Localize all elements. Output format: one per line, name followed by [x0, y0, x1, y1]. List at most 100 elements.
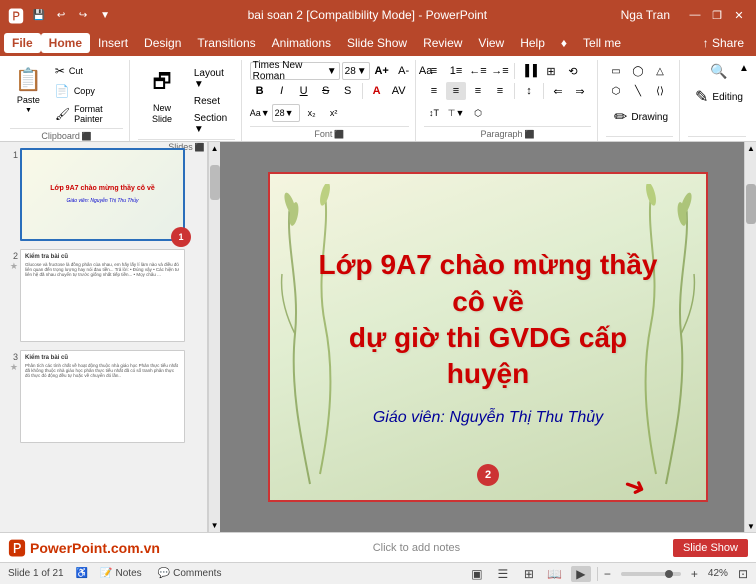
redo-icon[interactable]: ↪: [74, 6, 92, 24]
font-color-button[interactable]: A: [367, 82, 387, 100]
layout-button[interactable]: Layout ▼: [190, 66, 235, 92]
ribbon-collapse-button[interactable]: ▲: [736, 60, 752, 76]
slide-number-3: 3: [13, 352, 18, 362]
reset-button[interactable]: Reset: [190, 94, 235, 109]
increase-font-button[interactable]: A+: [372, 62, 392, 80]
menu-item-acrobat[interactable]: ♦: [553, 33, 575, 53]
sub-button[interactable]: x₂: [302, 104, 322, 122]
cut-button[interactable]: ✂Cut: [51, 62, 123, 80]
convert-button[interactable]: ⟲: [563, 62, 583, 80]
copy-button[interactable]: 📄Copy: [51, 82, 123, 100]
sup-button[interactable]: x²: [324, 104, 344, 122]
scroll-down-button[interactable]: ▼: [745, 520, 756, 532]
zoom-thumb[interactable]: [665, 570, 673, 578]
shape6-button[interactable]: ⟨⟩: [650, 82, 670, 100]
menu-item-animations[interactable]: Animations: [264, 33, 339, 53]
add-smartart-button[interactable]: ⬡: [468, 104, 488, 122]
menu-item-view[interactable]: View: [470, 33, 512, 53]
justify-button[interactable]: ≡: [490, 82, 510, 100]
scroll-up-button[interactable]: ▲: [745, 142, 756, 154]
line-spacing-button[interactable]: ↕: [519, 82, 539, 100]
slide-thumb-3[interactable]: Kiểm tra bài cũ Phân tích các tính chất …: [20, 350, 185, 443]
customize-icon[interactable]: ▼: [96, 6, 114, 24]
section-button[interactable]: Section ▼: [190, 111, 235, 137]
panel-scroll-down-button[interactable]: ▼: [211, 519, 219, 532]
font-family-dropdown[interactable]: Times New Roman▼: [250, 62, 340, 80]
strikethrough-button[interactable]: S: [316, 82, 336, 100]
zoom-in-icon[interactable]: +: [691, 567, 698, 581]
decrease-indent-button[interactable]: ←≡: [468, 62, 488, 80]
main-slide[interactable]: Lớp 9A7 chào mừng thầy cô về dự giờ thi …: [268, 172, 708, 502]
menu-item-home[interactable]: Home: [41, 33, 90, 53]
decrease-font-button[interactable]: A-: [394, 62, 414, 80]
menu-item-help[interactable]: Help: [512, 33, 553, 53]
align-center-button[interactable]: ≡: [446, 82, 466, 100]
menu-item-design[interactable]: Design: [136, 33, 189, 53]
bullets-button[interactable]: ≡: [424, 62, 444, 80]
menu-item-tellme[interactable]: Tell me: [575, 33, 629, 53]
click-to-add-notes[interactable]: Click to add notes: [373, 542, 460, 554]
ltr-button[interactable]: ⇒: [570, 82, 590, 100]
menu-item-slideshow[interactable]: Slide Show: [339, 33, 415, 53]
badge-2-circle: 2: [477, 464, 499, 486]
zoom-slider[interactable]: [621, 572, 681, 576]
view-sorter-button[interactable]: ⊞: [519, 566, 539, 582]
search-icon[interactable]: 🔍: [709, 62, 729, 80]
panel-scroll-thumb[interactable]: [210, 165, 220, 200]
editing-button[interactable]: ✎ Editing: [688, 82, 750, 112]
drawing-button[interactable]: ✏ Drawing: [607, 102, 675, 132]
shape2-button[interactable]: ◯: [628, 62, 648, 80]
slide-thumb-1[interactable]: Lớp 9A7 chào mừng thầy cô về Giáo viên: …: [20, 148, 185, 241]
fontcase-button[interactable]: Aa▼: [250, 104, 270, 122]
shape5-button[interactable]: ╲: [628, 82, 648, 100]
slides-expand-icon[interactable]: ⬛: [195, 143, 205, 152]
shape4-button[interactable]: ⬡: [606, 82, 626, 100]
menu-item-review[interactable]: Review: [415, 33, 470, 53]
font-size-dropdown[interactable]: 28▼: [342, 62, 370, 80]
align-left-button[interactable]: ≡: [424, 82, 444, 100]
increase-indent-button[interactable]: →≡: [490, 62, 510, 80]
accessibility-icon[interactable]: ♿: [76, 568, 88, 579]
columns-button[interactable]: ▐▐: [519, 62, 539, 80]
smart-art-button[interactable]: ⊞: [541, 62, 561, 80]
scroll-thumb-vertical[interactable]: [746, 184, 756, 224]
comments-button[interactable]: 💬 Comments: [154, 567, 226, 580]
view-outline-button[interactable]: ☰: [493, 566, 513, 582]
bold-button[interactable]: B: [250, 82, 270, 100]
slide-thumb-2[interactable]: Kiểm tra bài cũ Glucose và fructose là đ…: [20, 249, 185, 342]
restore-button[interactable]: ❐: [708, 6, 726, 24]
paste-button[interactable]: 📋 Paste ▼: [10, 62, 47, 119]
font-expand-icon[interactable]: ⬛: [334, 130, 344, 139]
notes-button[interactable]: 📝 Notes: [96, 567, 146, 580]
menu-item-share[interactable]: ↑ Share: [695, 33, 752, 53]
menu-item-transitions[interactable]: Transitions: [189, 33, 263, 53]
zoom-out-icon[interactable]: −: [604, 567, 611, 581]
close-button[interactable]: ✕: [730, 6, 748, 24]
view-normal-button[interactable]: ▣: [467, 566, 487, 582]
italic-button[interactable]: I: [272, 82, 292, 100]
shape3-button[interactable]: △: [650, 62, 670, 80]
save-icon[interactable]: 💾: [30, 6, 48, 24]
fit-slide-icon[interactable]: ⊡: [738, 567, 748, 581]
undo-icon[interactable]: ↩: [52, 6, 70, 24]
underline-button[interactable]: U: [294, 82, 314, 100]
minimize-button[interactable]: —: [686, 6, 704, 24]
font-size2-dropdown[interactable]: 28▼: [272, 104, 300, 122]
new-slide-button[interactable]: 🗗 New Slide: [138, 62, 186, 130]
char-spacing-button[interactable]: AV: [389, 82, 409, 100]
view-slideshow-button[interactable]: ▶: [571, 566, 591, 582]
format-painter-button[interactable]: 🖌Format Painter: [51, 102, 123, 126]
numbering-button[interactable]: 1≡: [446, 62, 466, 80]
paragraph-expand-icon[interactable]: ⬛: [525, 130, 535, 139]
rtl-button[interactable]: ⇐: [548, 82, 568, 100]
align-text-button[interactable]: ⊤▼: [446, 104, 466, 122]
clipboard-expand-icon[interactable]: ⬛: [82, 132, 92, 141]
align-right-button[interactable]: ≡: [468, 82, 488, 100]
menu-item-file[interactable]: File: [4, 33, 41, 53]
view-reading-button[interactable]: 📖: [545, 566, 565, 582]
shape1-button[interactable]: ▭: [606, 62, 626, 80]
shadow-button[interactable]: S: [338, 82, 358, 100]
menu-item-insert[interactable]: Insert: [90, 33, 136, 53]
text-direction-button[interactable]: ↕T: [424, 104, 444, 122]
slide-show-button[interactable]: Slide Show: [673, 539, 748, 557]
